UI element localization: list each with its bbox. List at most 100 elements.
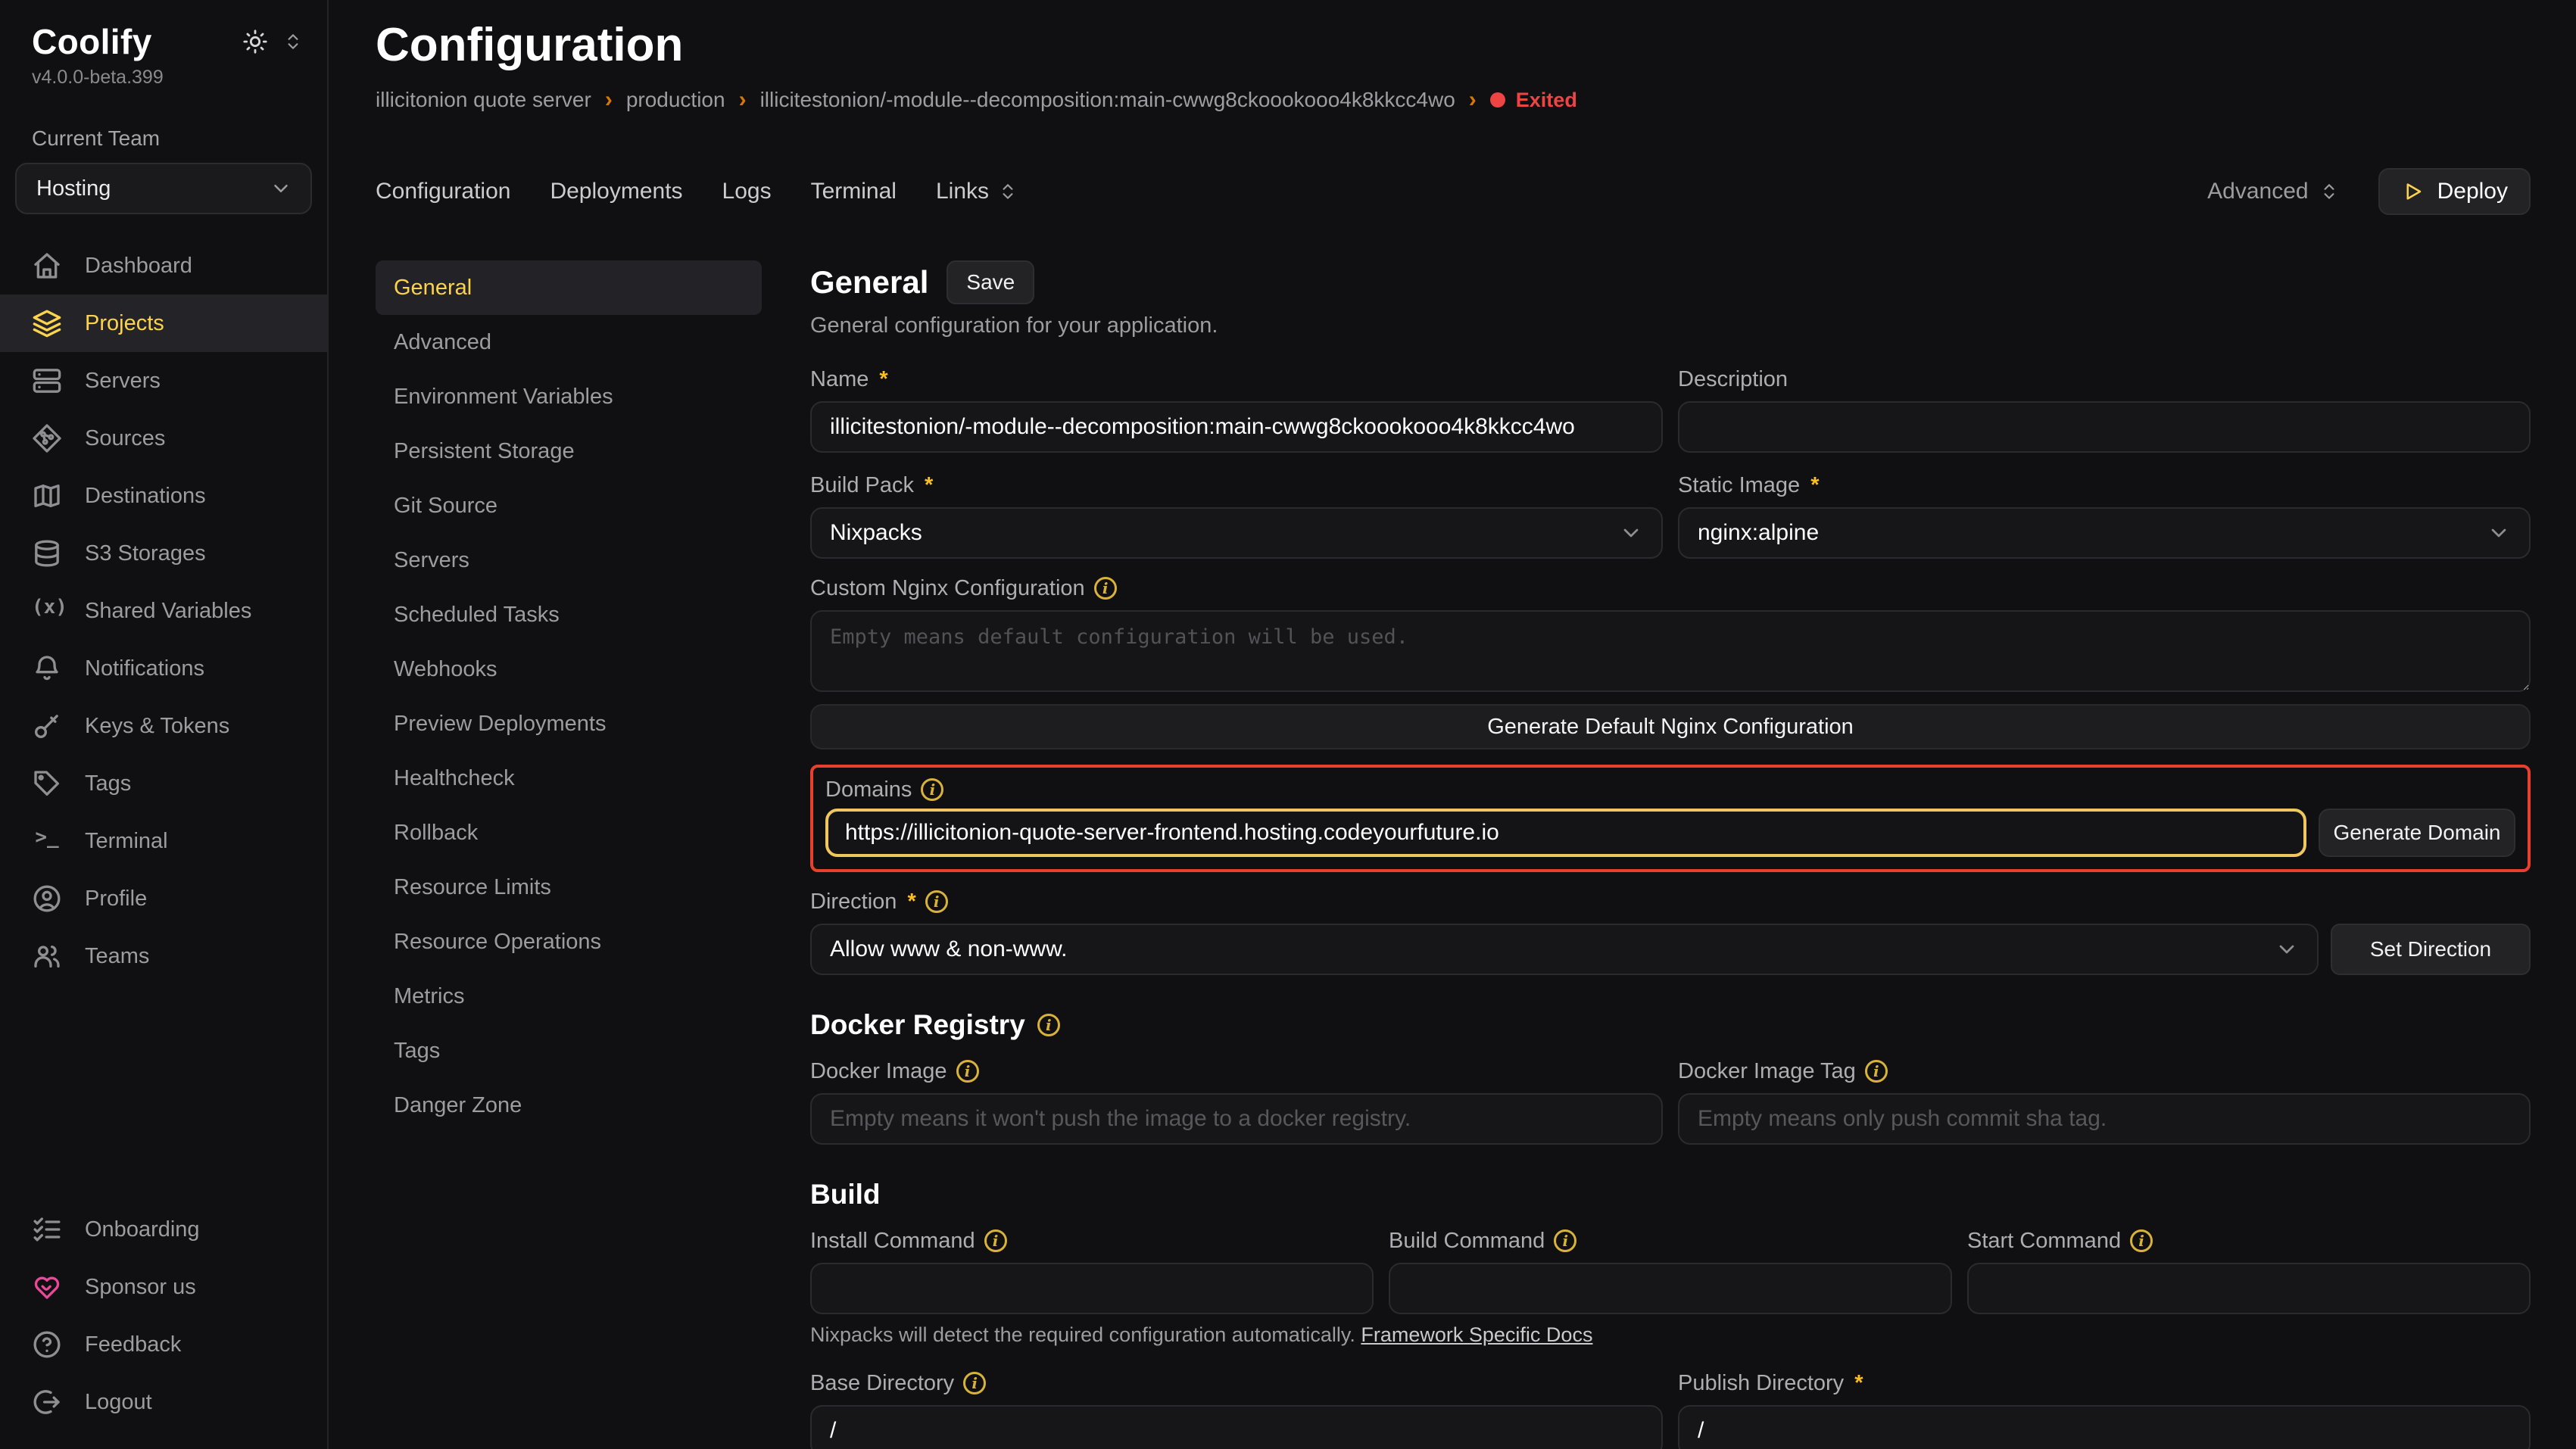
sidebar-item-label: S3 Storages bbox=[85, 541, 206, 566]
nginx-config-textarea[interactable] bbox=[810, 610, 2531, 692]
config-nav-advanced[interactable]: Advanced bbox=[376, 315, 762, 369]
build-pack-select[interactable]: Nixpacks bbox=[810, 507, 1663, 559]
base-directory-input[interactable] bbox=[810, 1405, 1663, 1449]
sidebar-item-label: Teams bbox=[85, 944, 149, 969]
info-icon[interactable]: i bbox=[1554, 1229, 1576, 1252]
sidebar-item-keys-tokens[interactable]: Keys & Tokens bbox=[0, 697, 327, 755]
sidebar-item-tags[interactable]: Tags bbox=[0, 755, 327, 812]
start-command-input[interactable] bbox=[1967, 1263, 2531, 1314]
breadcrumb-environment[interactable]: production bbox=[626, 88, 725, 112]
domains-alert-box: Domainsi Generate Domain bbox=[810, 765, 2531, 872]
app-logo: Coolify bbox=[32, 21, 152, 62]
required-asterisk: * bbox=[1854, 1371, 1863, 1396]
config-nav-scheduled-tasks[interactable]: Scheduled Tasks bbox=[376, 587, 762, 642]
nginx-config-label: Custom Nginx Configuration bbox=[810, 576, 1085, 601]
breadcrumb-project[interactable]: illicitonion quote server bbox=[376, 88, 591, 112]
tab-deployments[interactable]: Deployments bbox=[550, 179, 682, 204]
breadcrumb-application[interactable]: illicitestonion/-module--decomposition:m… bbox=[760, 88, 1455, 112]
info-icon[interactable]: i bbox=[2130, 1229, 2153, 1252]
git-source-icon bbox=[32, 423, 62, 453]
tab-terminal[interactable]: Terminal bbox=[811, 179, 897, 204]
config-nav-healthcheck[interactable]: Healthcheck bbox=[376, 751, 762, 806]
play-icon bbox=[2401, 180, 2424, 203]
set-direction-button[interactable]: Set Direction bbox=[2331, 924, 2531, 975]
sidebar-item-notifications[interactable]: Notifications bbox=[0, 640, 327, 697]
info-icon[interactable]: i bbox=[1037, 1014, 1060, 1036]
info-icon[interactable]: i bbox=[984, 1229, 1007, 1252]
config-nav-danger-zone[interactable]: Danger Zone bbox=[376, 1078, 762, 1133]
config-nav-preview-deployments[interactable]: Preview Deployments bbox=[376, 696, 762, 751]
sidebar-item-profile[interactable]: Profile bbox=[0, 870, 327, 927]
save-button[interactable]: Save bbox=[947, 260, 1034, 304]
generate-nginx-config-button[interactable]: Generate Default Nginx Configuration bbox=[810, 704, 2531, 749]
framework-docs-link[interactable]: Framework Specific Docs bbox=[1361, 1323, 1592, 1346]
sidebar-item-onboarding[interactable]: Onboarding bbox=[0, 1201, 327, 1258]
generate-domain-button[interactable]: Generate Domain bbox=[2319, 809, 2515, 857]
sidebar-item-label: Projects bbox=[85, 311, 164, 336]
info-icon[interactable]: i bbox=[963, 1372, 986, 1394]
domains-input[interactable] bbox=[825, 809, 2306, 857]
sidebar-item-teams[interactable]: Teams bbox=[0, 927, 327, 985]
docker-image-input[interactable] bbox=[810, 1093, 1663, 1145]
config-nav-environment-variables[interactable]: Environment Variables bbox=[376, 369, 762, 424]
theme-chevrons-up-down-icon[interactable] bbox=[283, 32, 303, 51]
tab-label: Links bbox=[936, 179, 989, 204]
description-input[interactable] bbox=[1678, 401, 2531, 453]
info-icon[interactable]: i bbox=[1094, 577, 1117, 600]
config-nav-servers[interactable]: Servers bbox=[376, 533, 762, 587]
config-nav-general[interactable]: General bbox=[376, 260, 762, 315]
sidebar-item-logout[interactable]: Logout bbox=[0, 1373, 327, 1431]
nixpacks-note-text: Nixpacks will detect the required config… bbox=[810, 1323, 1355, 1346]
advanced-menu[interactable]: Advanced bbox=[2207, 179, 2338, 204]
logo-row: Coolify bbox=[0, 21, 327, 62]
config-nav-webhooks[interactable]: Webhooks bbox=[376, 642, 762, 696]
info-icon[interactable]: i bbox=[925, 890, 948, 913]
breadcrumb-separator-icon: › bbox=[1469, 89, 1477, 111]
direction-value: Allow www & non-www. bbox=[830, 936, 1067, 962]
tab-logs[interactable]: Logs bbox=[722, 179, 772, 204]
team-select[interactable]: Hosting bbox=[15, 163, 312, 214]
tab-label: Logs bbox=[722, 179, 772, 204]
sidebar-item-label: Dashboard bbox=[85, 254, 192, 279]
deploy-button[interactable]: Deploy bbox=[2378, 168, 2531, 215]
sidebar-item-servers[interactable]: Servers bbox=[0, 352, 327, 410]
docker-image-tag-input[interactable] bbox=[1678, 1093, 2531, 1145]
app-version: v4.0.0-beta.399 bbox=[0, 62, 327, 89]
status-badge: Exited bbox=[1490, 89, 1577, 112]
sidebar-item-label: Sponsor us bbox=[85, 1275, 196, 1300]
config-nav-git-source[interactable]: Git Source bbox=[376, 478, 762, 533]
config-nav-rollback[interactable]: Rollback bbox=[376, 806, 762, 860]
config-nav-metrics[interactable]: Metrics bbox=[376, 969, 762, 1024]
tab-links[interactable]: Links bbox=[936, 179, 1018, 204]
sidebar-item-feedback[interactable]: Feedback bbox=[0, 1316, 327, 1373]
config-nav-resource-limits[interactable]: Resource Limits bbox=[376, 860, 762, 915]
sidebar-item-label: Keys & Tokens bbox=[85, 714, 229, 739]
install-command-input[interactable] bbox=[810, 1263, 1374, 1314]
config-nav-persistent-storage[interactable]: Persistent Storage bbox=[376, 424, 762, 478]
sidebar-item-dashboard[interactable]: Dashboard bbox=[0, 237, 327, 294]
sidebar-item-terminal[interactable]: >_ Terminal bbox=[0, 812, 327, 870]
breadcrumb-separator-icon: › bbox=[739, 89, 747, 111]
info-icon[interactable]: i bbox=[921, 778, 943, 801]
info-icon[interactable]: i bbox=[1865, 1060, 1888, 1083]
sidebar-item-sponsor[interactable]: Sponsor us bbox=[0, 1258, 327, 1316]
direction-select[interactable]: Allow www & non-www. bbox=[810, 924, 2319, 975]
required-asterisk: * bbox=[879, 367, 887, 392]
sidebar-item-sources[interactable]: Sources bbox=[0, 410, 327, 467]
chevron-down-icon bbox=[270, 177, 292, 200]
name-input[interactable] bbox=[810, 401, 1663, 453]
sidebar-item-s3-storages[interactable]: S3 Storages bbox=[0, 525, 327, 582]
sidebar-item-projects[interactable]: Projects bbox=[0, 294, 327, 352]
sun-theme-icon[interactable] bbox=[242, 29, 268, 55]
tab-bar: Configuration Deployments Logs Terminal … bbox=[376, 168, 2531, 215]
info-icon[interactable]: i bbox=[956, 1060, 979, 1083]
sidebar-item-destinations[interactable]: Destinations bbox=[0, 467, 327, 525]
config-nav-resource-operations[interactable]: Resource Operations bbox=[376, 915, 762, 969]
tab-configuration[interactable]: Configuration bbox=[376, 179, 510, 204]
static-image-select[interactable]: nginx:alpine bbox=[1678, 507, 2531, 559]
config-nav-tags[interactable]: Tags bbox=[376, 1024, 762, 1078]
build-command-input[interactable] bbox=[1389, 1263, 1952, 1314]
sidebar-item-label: Feedback bbox=[85, 1332, 181, 1357]
publish-directory-input[interactable] bbox=[1678, 1405, 2531, 1449]
sidebar-item-shared-variables[interactable]: (x) Shared Variables bbox=[0, 582, 327, 640]
